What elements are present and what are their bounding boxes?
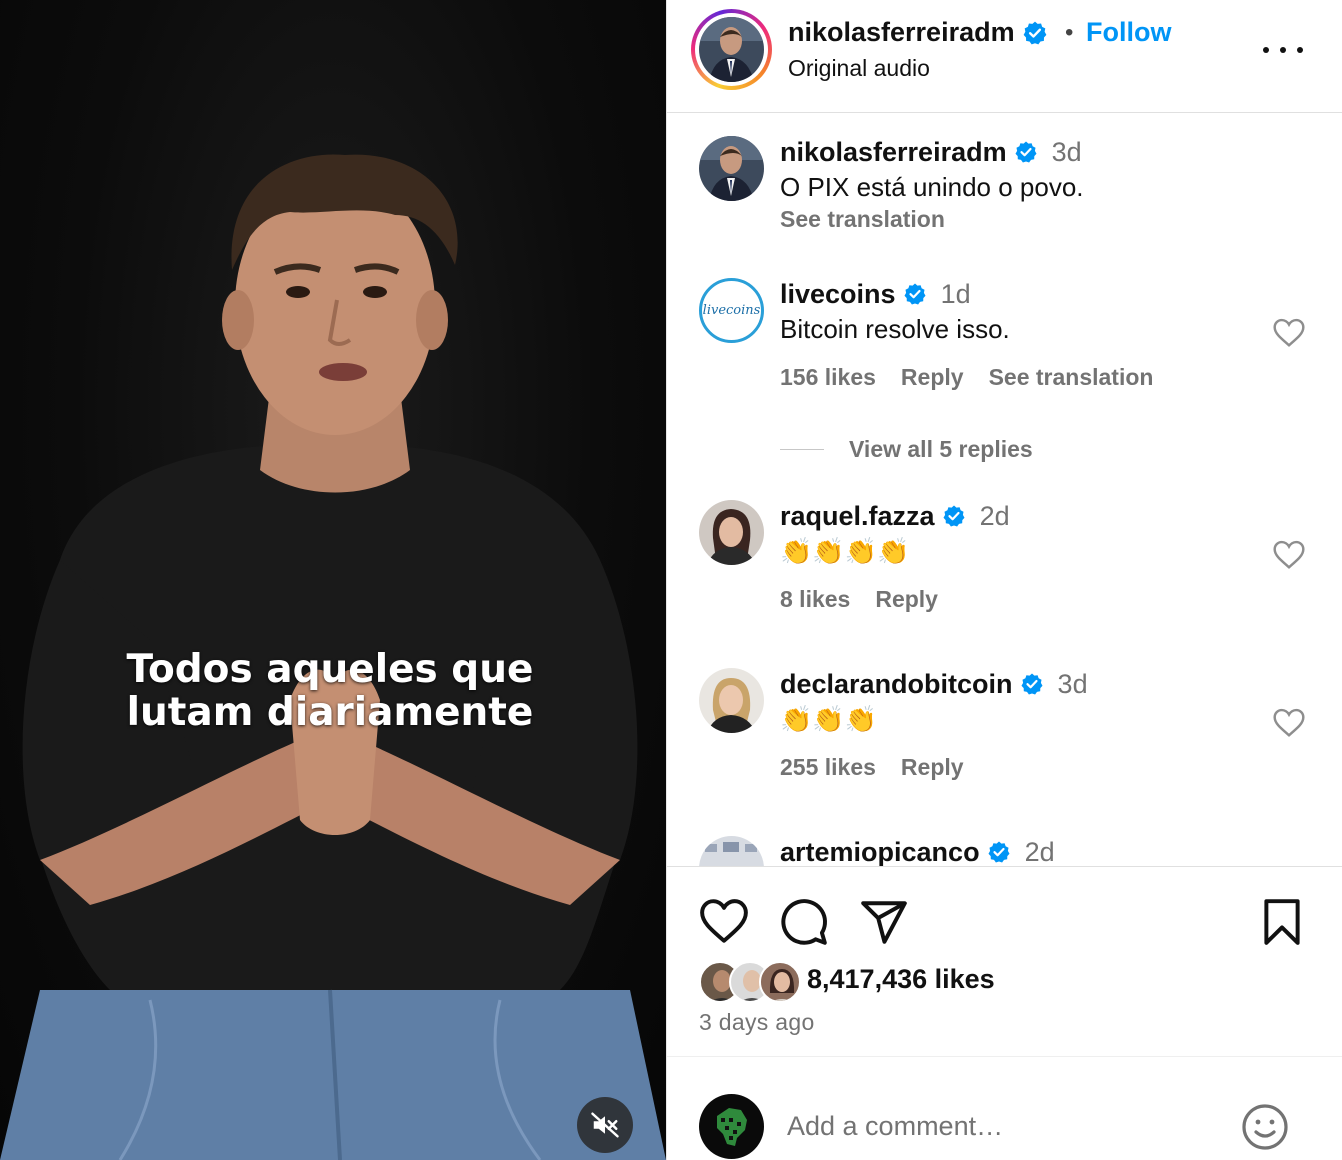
comment-likes[interactable]: 255 likes bbox=[780, 754, 876, 781]
emoji-icon[interactable] bbox=[1241, 1103, 1289, 1151]
post-sidebar: nikolasferreiradm • Follow Original audi… bbox=[666, 0, 1342, 1160]
comment-time[interactable]: 3d bbox=[1058, 668, 1088, 700]
comment-bubble-icon[interactable] bbox=[779, 897, 829, 947]
comment-username[interactable]: declarandobitcoin bbox=[780, 668, 1013, 700]
comment-username[interactable]: livecoins bbox=[780, 278, 896, 310]
comment-input[interactable] bbox=[787, 1104, 1217, 1148]
video-caption: Todos aqueles que lutam diariamente bbox=[100, 648, 560, 734]
comment-likes[interactable]: 156 likes bbox=[780, 364, 876, 391]
commenter-avatar[interactable] bbox=[699, 500, 764, 565]
comment-time[interactable]: 2d bbox=[980, 500, 1010, 532]
commenter-avatar[interactable] bbox=[699, 836, 764, 866]
add-comment-bar bbox=[667, 1056, 1342, 1160]
author-username[interactable]: nikolasferreiradm bbox=[788, 17, 1048, 48]
post-actions: 8,417,436 likes 3 days ago bbox=[667, 866, 1342, 1056]
commenter-avatar[interactable] bbox=[699, 136, 764, 201]
comment-username[interactable]: nikolasferreiradm bbox=[780, 136, 1007, 168]
see-translation-link[interactable]: See translation bbox=[780, 206, 1260, 233]
header-separator: • bbox=[1065, 19, 1074, 46]
send-icon[interactable] bbox=[859, 897, 909, 947]
caption-comment: nikolasferreiradm 3d O PIX está unindo o… bbox=[699, 136, 1319, 246]
comment-item: livecoins livecoins 1d Bitcoin resolve i… bbox=[699, 278, 1319, 448]
author-avatar[interactable] bbox=[699, 17, 764, 82]
view-replies-label[interactable]: View all 5 replies bbox=[849, 436, 1033, 463]
verified-badge-icon bbox=[988, 841, 1010, 863]
liked-by-avatars[interactable] bbox=[699, 961, 803, 1003]
speaker-muted-icon bbox=[591, 1112, 619, 1138]
comment-like-heart-icon[interactable] bbox=[1272, 708, 1306, 738]
reel-video[interactable]: Todos aqueles que lutam diariamente bbox=[0, 0, 666, 1160]
commenter-avatar[interactable]: livecoins bbox=[699, 278, 764, 343]
reply-button[interactable]: Reply bbox=[901, 754, 964, 781]
commenter-avatar[interactable] bbox=[699, 668, 764, 733]
follow-button[interactable]: Follow bbox=[1086, 17, 1171, 48]
comment-item: artemiopicanco 2d bbox=[699, 836, 1319, 866]
livecoins-logo-text: livecoins bbox=[702, 303, 761, 318]
comment-username[interactable]: artemiopicanco bbox=[780, 836, 980, 866]
comment-item: raquel.fazza 2d 👏👏👏👏 8 likes Reply bbox=[699, 500, 1319, 620]
verified-badge-icon bbox=[1023, 21, 1046, 44]
comment-text: O PIX está unindo o povo. bbox=[780, 172, 1084, 202]
comment-text: 👏👏👏 bbox=[780, 704, 878, 734]
post-header: nikolasferreiradm • Follow Original audi… bbox=[667, 0, 1342, 113]
audio-link[interactable]: Original audio bbox=[788, 55, 930, 82]
comment-likes[interactable]: 8 likes bbox=[780, 586, 850, 613]
heart-icon[interactable] bbox=[699, 897, 749, 947]
verified-badge-icon bbox=[1015, 141, 1037, 163]
verified-badge-icon bbox=[1021, 673, 1043, 695]
like-count[interactable]: 8,417,436 likes bbox=[807, 964, 995, 995]
author-story-ring[interactable] bbox=[691, 9, 772, 90]
comment-like-heart-icon[interactable] bbox=[1272, 540, 1306, 570]
comment-username[interactable]: raquel.fazza bbox=[780, 500, 935, 532]
comment-like-heart-icon[interactable] bbox=[1272, 318, 1306, 348]
more-horizontal-icon bbox=[1263, 47, 1269, 53]
comment-text: 👏👏👏👏 bbox=[780, 536, 910, 566]
author-username-text[interactable]: nikolasferreiradm bbox=[788, 17, 1015, 48]
comment-time[interactable]: 1d bbox=[941, 278, 971, 310]
current-user-avatar bbox=[699, 1094, 764, 1159]
comment-text: Bitcoin resolve isso. bbox=[780, 314, 1010, 344]
caption-line-2: lutam diariamente bbox=[126, 690, 534, 735]
see-translation-link[interactable]: See translation bbox=[989, 364, 1154, 391]
more-options-button[interactable] bbox=[1263, 38, 1303, 62]
comments-list[interactable]: nikolasferreiradm 3d O PIX está unindo o… bbox=[667, 114, 1342, 866]
comment-time[interactable]: 2d bbox=[1025, 836, 1055, 866]
comment-time[interactable]: 3d bbox=[1052, 136, 1082, 168]
verified-badge-icon bbox=[943, 505, 965, 527]
comment-item: declarandobitcoin 3d 👏👏👏 255 likes Reply bbox=[699, 668, 1319, 788]
replies-divider-line bbox=[780, 449, 824, 450]
reply-button[interactable]: Reply bbox=[901, 364, 964, 391]
reply-button[interactable]: Reply bbox=[875, 586, 938, 613]
video-frame-illustration bbox=[0, 154, 666, 1160]
verified-badge-icon bbox=[904, 283, 926, 305]
bookmark-icon[interactable] bbox=[1257, 897, 1307, 947]
view-replies-button[interactable]: View all 5 replies bbox=[780, 436, 1033, 463]
liker-avatar bbox=[759, 961, 801, 1003]
post-timestamp[interactable]: 3 days ago bbox=[699, 1009, 815, 1036]
mute-toggle-button[interactable] bbox=[577, 1097, 633, 1153]
caption-line-1: Todos aqueles que bbox=[126, 647, 534, 692]
